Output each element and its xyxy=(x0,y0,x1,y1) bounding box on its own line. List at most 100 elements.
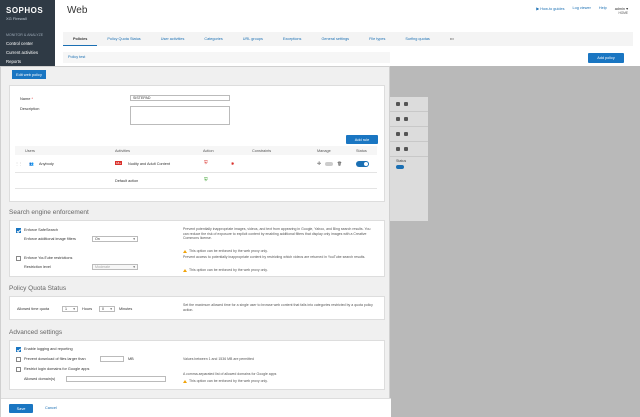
col-activities: Activities xyxy=(115,148,130,153)
restriction-level-label: Restriction level xyxy=(24,265,51,269)
users-icon: 👥 xyxy=(29,162,34,166)
chevron-down-icon: ▾ xyxy=(133,265,135,269)
category-badge-icon: 18+ xyxy=(115,161,123,165)
user-location: HOME xyxy=(618,11,628,15)
rule-row[interactable]: ⋮⋮ 👥 Anybody 18+ Nudity and Adult Conten… xyxy=(15,156,377,173)
tab-policy-quota-status[interactable]: Policy Quota Status xyxy=(97,32,150,46)
name-input[interactable]: SISTEPAD xyxy=(130,95,230,101)
edit-icon xyxy=(396,147,400,151)
enforce-youtube-label: Enforce YouTube restrictions xyxy=(24,256,73,260)
edit-icon xyxy=(396,102,400,106)
background-row xyxy=(390,97,428,112)
how-to-guides-link[interactable]: ▶ How-to guides xyxy=(536,6,564,15)
tab-url-groups[interactable]: URL groups xyxy=(233,32,273,46)
allow-shield-icon[interactable]: ⛨ xyxy=(204,177,208,183)
allowed-domains-label: Allowed domain(s) xyxy=(24,377,56,381)
add-rule-button[interactable]: Add rule xyxy=(346,135,378,144)
tab-file-types[interactable]: File types xyxy=(359,32,395,46)
trash-icon xyxy=(404,132,408,136)
quota-description: Set the maximum allowed time for a singl… xyxy=(183,303,373,312)
tab-exceptions[interactable]: Exceptions xyxy=(273,32,312,46)
col-manage: Manage xyxy=(317,148,331,153)
image-filters-label: Enforce additional image filters xyxy=(24,237,76,241)
log-viewer-link[interactable]: Log viewer xyxy=(573,6,591,15)
tab-categories[interactable]: Categories xyxy=(194,32,232,46)
rule-activity: Nudity and Adult Content xyxy=(128,162,171,166)
edit-web-policy-dialog: Edit web policy Name * SISTEPAD Descript… xyxy=(0,66,391,417)
background-row xyxy=(390,112,428,127)
page-title: Web xyxy=(67,5,88,16)
block-shield-icon[interactable]: ⛨ xyxy=(204,160,208,166)
edit-icon xyxy=(396,117,400,121)
sidebar-item-control-center[interactable]: Control center xyxy=(0,39,55,48)
trash-icon[interactable]: 🗑 xyxy=(337,161,342,166)
background-status-header: Status xyxy=(396,159,407,163)
youtube-description: Prevent access to potentially inappropri… xyxy=(183,255,366,259)
restrict-google-checkbox[interactable] xyxy=(16,367,21,372)
description-textarea[interactable] xyxy=(130,106,230,125)
enforce-safesearch-checkbox[interactable] xyxy=(16,228,21,233)
rule-user: Anybody xyxy=(39,162,54,166)
tab-user-activities[interactable]: User activities xyxy=(151,32,195,46)
cancel-button[interactable]: Cancel xyxy=(45,406,57,410)
download-description: Values between 1 and 1536 MB are permitt… xyxy=(183,357,254,361)
tab-policies[interactable]: Policies xyxy=(63,32,98,46)
sidebar-item-current-activities[interactable]: Current activities xyxy=(0,48,55,57)
col-status: Status xyxy=(356,148,367,153)
col-action: Action xyxy=(203,148,214,153)
background-row xyxy=(390,127,428,142)
allowed-time-label: Allowed time quota xyxy=(17,307,50,311)
sophos-logo: SOPHOS XG Firewall xyxy=(0,0,55,21)
save-button[interactable]: Save xyxy=(9,404,33,413)
hours-select[interactable]: 1 ▾ xyxy=(62,306,78,312)
edit-icon xyxy=(396,132,400,136)
enforce-safesearch-label: Enforce SafeSearch xyxy=(24,228,58,232)
enforce-youtube-checkbox[interactable] xyxy=(16,256,21,261)
tab-more[interactable]: ••• xyxy=(440,32,464,46)
allowed-domains-input[interactable] xyxy=(66,376,166,382)
hours-label: Hours xyxy=(82,307,93,311)
move-icon[interactable]: ✛ xyxy=(317,161,321,167)
warning-icon xyxy=(183,249,187,253)
search-enforcement-card: Enforce SafeSearch Enforce additional im… xyxy=(9,220,385,277)
chevron-down-icon: ▾ xyxy=(110,307,112,311)
name-label: Name * xyxy=(20,96,33,101)
advanced-settings-card: Enable logging and reporting Prevent dow… xyxy=(9,340,385,390)
minutes-label: Minutes xyxy=(119,307,133,311)
add-policy-button[interactable]: Add policy xyxy=(588,53,624,63)
prevent-download-label: Prevent download of files larger than xyxy=(24,357,86,361)
search-enforcement-title: Search engine enforcement xyxy=(9,209,89,216)
edit-web-policy-header: Edit web policy xyxy=(12,70,46,79)
policy-quota-title: Policy Quota Status xyxy=(9,285,67,292)
drag-handle-icon[interactable]: ⋮⋮ xyxy=(15,161,23,166)
trash-icon xyxy=(404,117,408,121)
sidebar-section-title: MONITOR & ANALYZE xyxy=(6,33,44,37)
help-link[interactable]: Help xyxy=(599,6,607,15)
enable-logging-checkbox[interactable] xyxy=(16,347,21,352)
sidebar-item-reports[interactable]: Reports xyxy=(0,57,55,66)
minutes-select[interactable]: 0 ▾ xyxy=(99,306,115,312)
default-action-row: Default action ⛨ xyxy=(15,173,377,189)
background-row xyxy=(390,142,428,157)
user-menu[interactable]: admin ▾ HOME xyxy=(615,6,628,15)
background-policy-row: Policy test xyxy=(63,52,390,63)
tab-general-settings[interactable]: General settings xyxy=(311,32,359,46)
chevron-down-icon: ▾ xyxy=(133,237,135,241)
chevron-down-icon: ▾ xyxy=(73,307,75,311)
max-file-size-input[interactable] xyxy=(100,356,124,362)
constraint-icon[interactable]: ✱ xyxy=(231,161,234,166)
description-label: Description xyxy=(20,106,40,111)
dialog-footer: Save Cancel xyxy=(1,398,391,417)
page-header: Web ▶ How-to guides Log viewer Help admi… xyxy=(55,0,640,29)
image-filters-select[interactable]: On ▾ xyxy=(92,236,138,242)
prevent-download-checkbox[interactable] xyxy=(16,357,21,362)
safesearch-warning: This option can be enforced by the web p… xyxy=(183,249,268,253)
youtube-warning: This option can be enforced by the web p… xyxy=(183,268,268,272)
background-policy-table: Status xyxy=(390,97,428,221)
warning-icon xyxy=(183,268,187,272)
restriction-level-select[interactable]: Moderate ▾ xyxy=(92,264,138,270)
warning-icon xyxy=(183,379,187,383)
rule-toggle-off-icon[interactable] xyxy=(325,162,333,166)
tab-surfing-quotas[interactable]: Surfing quotas xyxy=(395,32,440,46)
rule-status-toggle[interactable] xyxy=(356,161,369,167)
